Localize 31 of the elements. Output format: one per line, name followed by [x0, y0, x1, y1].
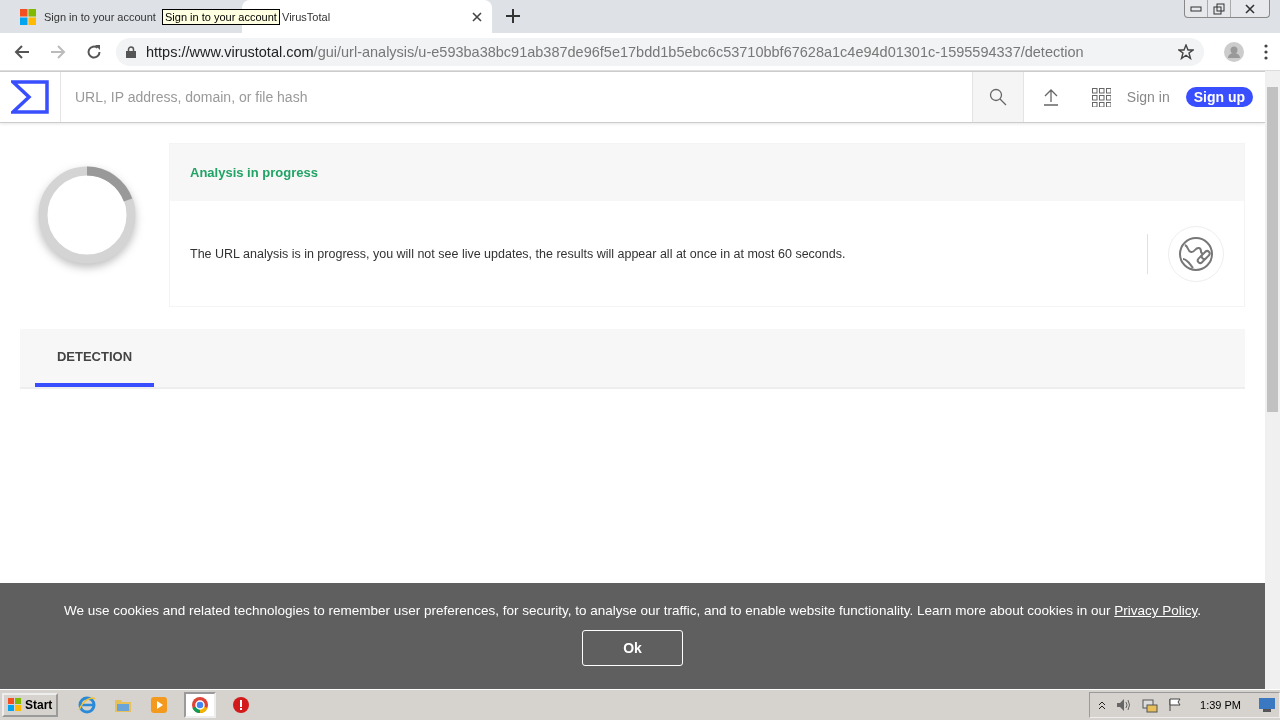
windows-logo-icon — [8, 698, 22, 712]
reload-icon[interactable] — [86, 43, 102, 60]
new-tab-icon[interactable] — [506, 9, 520, 23]
status-title: Analysis in progress — [190, 165, 318, 180]
apps-grid-icon[interactable] — [1091, 87, 1111, 107]
menu-icon[interactable] — [1264, 43, 1268, 60]
close-icon[interactable] — [472, 11, 482, 22]
back-icon[interactable] — [14, 43, 30, 60]
address-bar[interactable]: https://www.virustotal.com/gui/url-analysis/u-e593ba38bc91ab387de96f5e17bdd1b5ebc6c53710bbf67628a1c4e94d01301c-1595594337/detection — [116, 37, 1204, 66]
sign-up-button[interactable]: Sign up — [1185, 87, 1253, 107]
show-desktop-icon[interactable] — [1259, 698, 1275, 712]
star-icon[interactable] — [1178, 43, 1194, 60]
detection-tab[interactable]: DETECTION — [35, 329, 154, 387]
scrollbar[interactable] — [1265, 71, 1280, 689]
tooltip: Sign in to your account — [162, 9, 280, 25]
analysis-message: The URL analysis is in progress, you will not see live updates, the results will appear all at once in at most 60 seconds. — [190, 246, 847, 261]
speaker-icon[interactable] — [1116, 698, 1133, 712]
start-button[interactable]: Start — [2, 693, 59, 717]
upload-icon[interactable] — [1041, 88, 1060, 106]
network-icon[interactable] — [1142, 697, 1159, 713]
profile-avatar-icon[interactable] — [1224, 41, 1244, 62]
windows-logo-icon — [20, 8, 36, 25]
sign-in-link[interactable]: Sign in — [1126, 89, 1170, 105]
sigma-logo-icon[interactable] — [11, 80, 49, 114]
ok-button[interactable]: Ok — [582, 630, 683, 666]
tray-expand-icon[interactable] — [1098, 700, 1107, 710]
cookie-notice: We use cookies and related technologies to remember user preferences, for security, to analyse our traffic, and to enable website functionality. Learn more about cookies in our Privacy Policy. — [63, 603, 1202, 618]
chrome-icon[interactable] — [184, 692, 217, 718]
lock-icon — [126, 45, 136, 58]
clock[interactable]: 1:39 PM — [1200, 699, 1241, 711]
flag-icon[interactable] — [1168, 698, 1183, 712]
